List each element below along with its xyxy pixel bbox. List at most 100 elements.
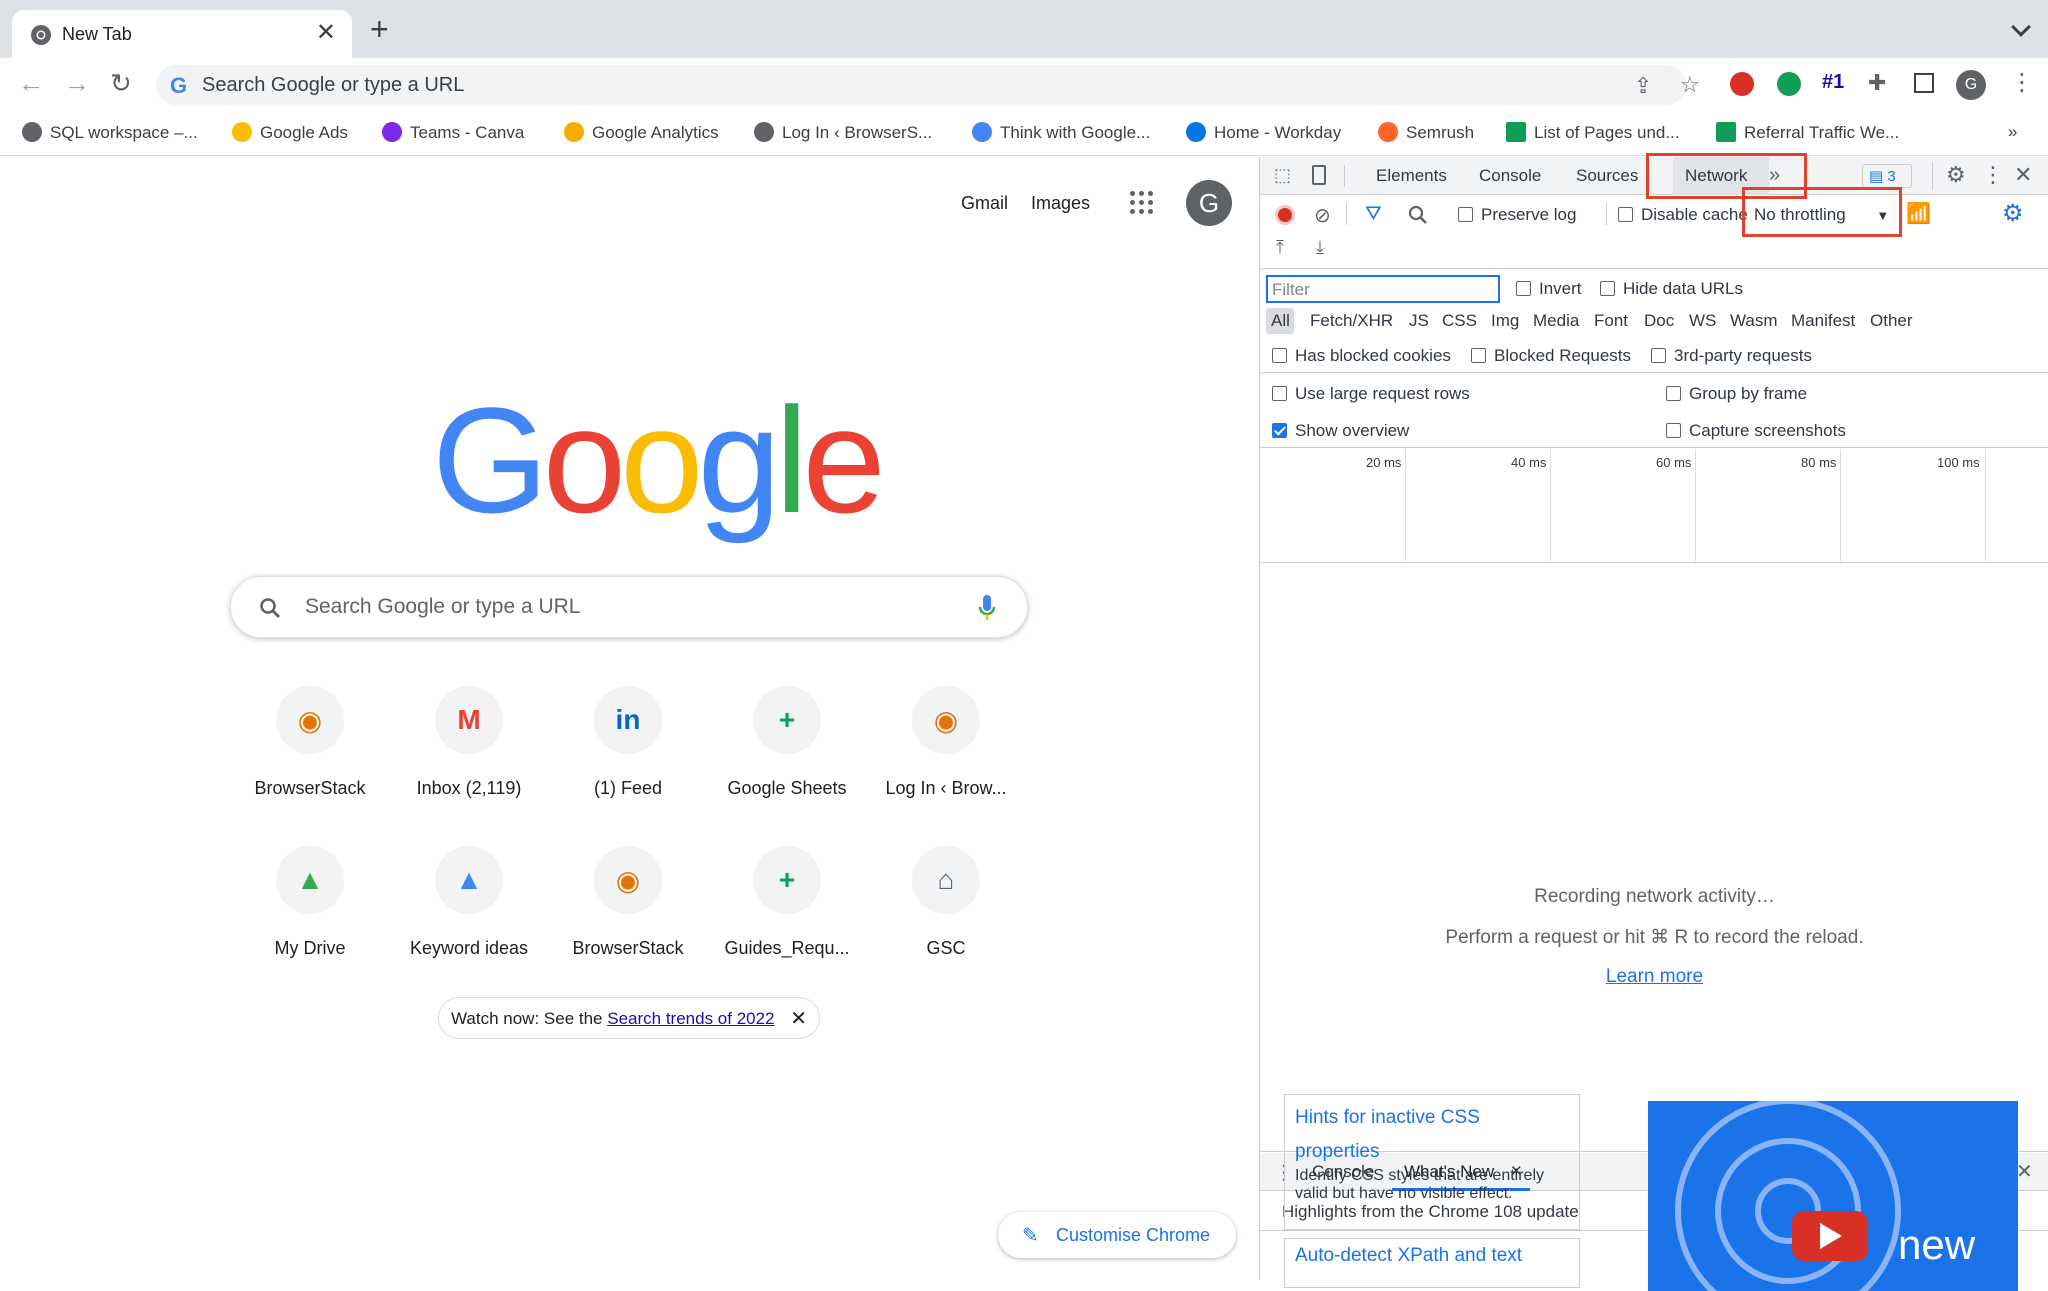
shortcut-label: Keyword ideas xyxy=(409,938,529,958)
promo-close-icon[interactable]: ✕ xyxy=(790,1006,807,1031)
type-filter-font[interactable]: Font xyxy=(1594,311,1628,331)
record-icon[interactable] xyxy=(1275,205,1295,225)
type-filter-manifest[interactable]: Manifest xyxy=(1791,311,1855,331)
shortcut-tile[interactable]: ⌂ GSC xyxy=(866,846,1026,959)
type-filter-doc[interactable]: Doc xyxy=(1644,311,1674,331)
tab-search-chevron-icon[interactable] xyxy=(2011,17,2031,37)
google-apps-icon[interactable] xyxy=(1130,191,1154,215)
tab-console[interactable]: Console xyxy=(1479,166,1541,186)
type-filter-img[interactable]: Img xyxy=(1491,311,1519,331)
bookmark-item[interactable]: Home - Workday xyxy=(1186,122,1341,143)
tab-elements[interactable]: Elements xyxy=(1376,166,1447,186)
drawer-tab-console[interactable]: Console xyxy=(1312,1162,1374,1182)
microphone-icon[interactable] xyxy=(977,593,997,623)
shortcut-tile[interactable]: M Inbox (2,119) xyxy=(389,686,549,799)
learn-more-link[interactable]: Learn more xyxy=(1606,966,1703,987)
menu-kebab-icon[interactable]: ⋮ xyxy=(2010,68,2034,97)
shortcut-tile[interactable]: + Google Sheets xyxy=(707,686,867,799)
filter-input[interactable]: Filter xyxy=(1266,275,1500,303)
bookmark-item[interactable]: Think with Google... xyxy=(972,122,1150,143)
close-drawer-icon[interactable]: ✕ xyxy=(2016,1159,2033,1184)
network-settings-gear-icon[interactable]: ⚙ xyxy=(2002,199,2024,228)
preserve-log-checkbox[interactable]: Preserve log xyxy=(1458,205,1576,225)
side-panel-icon[interactable] xyxy=(1914,73,1934,93)
rank-extension-icon[interactable]: #1 xyxy=(1822,71,1844,94)
shortcut-tile[interactable]: + Guides_Requ... xyxy=(707,846,867,959)
group-by-frame-checkbox[interactable]: Group by frame xyxy=(1666,384,1807,404)
google-search-box[interactable]: Search Google or type a URL xyxy=(230,576,1028,638)
hide-data-urls-checkbox[interactable]: Hide data URLs xyxy=(1600,279,1743,299)
customise-chrome-button[interactable]: ✎ Customise Chrome xyxy=(998,1212,1236,1258)
shortcut-tile[interactable]: ▲ My Drive xyxy=(230,846,390,959)
tab-new-tab[interactable]: New Tab ✕ xyxy=(12,10,352,58)
type-filter-ws[interactable]: WS xyxy=(1689,311,1716,331)
filter-funnel-icon[interactable]: ⛛ xyxy=(1365,203,1382,226)
bookmarks-overflow-icon[interactable]: » xyxy=(2008,122,2017,142)
bookmark-item[interactable]: Referral Traffic We... xyxy=(1716,122,1899,143)
gmail-link[interactable]: Gmail xyxy=(961,193,1008,214)
bookmark-star-icon[interactable]: ☆ xyxy=(1680,72,1700,98)
blocked-filters: Has blocked cookies Blocked Requests 3rd… xyxy=(1260,339,2048,373)
seo-extension-icon[interactable] xyxy=(1730,72,1754,96)
new-tab-button[interactable]: + xyxy=(370,13,389,45)
images-link[interactable]: Images xyxy=(1031,193,1090,214)
devtools-menu-icon[interactable]: ⋮ xyxy=(1982,162,2004,188)
shortcut-tile[interactable]: ▲ Keyword ideas xyxy=(389,846,549,959)
message-icon: ▤ xyxy=(1869,168,1884,185)
issues-badge[interactable]: ▤ 3 xyxy=(1862,164,1912,188)
drawer-menu-icon[interactable]: ⋮ xyxy=(1274,1160,1294,1185)
has-blocked-cookies-checkbox[interactable]: Has blocked cookies xyxy=(1272,346,1451,366)
show-overview-checkbox[interactable]: Show overview xyxy=(1272,421,1409,441)
bookmark-item[interactable]: SQL workspace –... xyxy=(22,122,198,143)
large-rows-checkbox[interactable]: Use large request rows xyxy=(1272,384,1470,404)
blocked-requests-checkbox[interactable]: Blocked Requests xyxy=(1471,346,1631,366)
bookmark-item[interactable]: Teams - Canva xyxy=(382,122,524,143)
forward-icon[interactable]: → xyxy=(64,70,90,96)
inspect-element-icon[interactable]: ⬚ xyxy=(1274,165,1291,186)
bookmark-favicon-icon xyxy=(382,122,402,142)
reload-icon[interactable]: ↻ xyxy=(110,70,132,96)
network-conditions-icon[interactable]: 📶 xyxy=(1906,201,1931,226)
close-devtools-icon[interactable]: ✕ xyxy=(2014,162,2032,188)
type-filter-css[interactable]: CSS xyxy=(1442,311,1477,331)
type-filter-wasm[interactable]: Wasm xyxy=(1730,311,1778,331)
bookmark-item[interactable]: Semrush xyxy=(1378,122,1474,143)
type-filter-js[interactable]: JS xyxy=(1409,311,1429,331)
overview-timeline[interactable]: 20 ms 40 ms 60 ms 80 ms 100 ms xyxy=(1260,449,2048,563)
type-filter-fetch[interactable]: Fetch/XHR xyxy=(1310,311,1393,331)
export-har-icon[interactable]: ⤓ xyxy=(1316,237,1324,258)
drawer-tab-whats-new[interactable]: What's New xyxy=(1404,1162,1494,1182)
device-toolbar-icon[interactable] xyxy=(1312,165,1326,185)
capture-screenshots-checkbox[interactable]: Capture screenshots xyxy=(1666,421,1846,441)
clear-icon[interactable]: ⊘ xyxy=(1314,203,1331,228)
third-party-checkbox[interactable]: 3rd-party requests xyxy=(1651,346,1812,366)
tab-close-icon[interactable]: ✕ xyxy=(316,20,336,46)
invert-checkbox[interactable]: Invert xyxy=(1516,279,1582,299)
google-sheets-icon: + xyxy=(753,686,821,754)
bookmark-item[interactable]: List of Pages und... xyxy=(1506,122,1680,143)
tab-sources[interactable]: Sources xyxy=(1576,166,1638,186)
close-tab-icon[interactable]: ✕ xyxy=(1510,1162,1523,1180)
type-filter-all[interactable]: All xyxy=(1271,311,1290,331)
settings-gear-icon[interactable]: ⚙ xyxy=(1946,162,1966,188)
shortcut-tile[interactable]: ◉ Log In ‹ Brow... xyxy=(866,686,1026,799)
search-trends-link[interactable]: Search trends of 2022 xyxy=(607,1009,774,1028)
shortcut-tile[interactable]: in (1) Feed xyxy=(548,686,708,799)
share-icon[interactable]: ⇪ xyxy=(1634,73,1652,99)
type-filter-other[interactable]: Other xyxy=(1870,311,1913,331)
shortcut-tile[interactable]: ◉ BrowserStack xyxy=(230,686,390,799)
account-avatar[interactable]: G xyxy=(1186,180,1232,226)
bookmark-item[interactable]: Google Analytics xyxy=(564,122,719,143)
grammarly-extension-icon[interactable] xyxy=(1777,72,1801,96)
bookmark-item[interactable]: Log In ‹ BrowserS... xyxy=(754,122,932,143)
search-icon[interactable] xyxy=(1408,205,1428,225)
extensions-puzzle-icon[interactable]: ✚ xyxy=(1868,70,1886,96)
omnibox[interactable]: G Search Google or type a URL ⇪ ☆ xyxy=(156,65,1700,105)
back-icon[interactable]: ← xyxy=(18,70,44,96)
disable-cache-checkbox[interactable]: Disable cache xyxy=(1606,205,1748,225)
profile-avatar[interactable]: G xyxy=(1956,70,1986,100)
bookmark-item[interactable]: Google Ads xyxy=(232,122,348,143)
shortcut-tile[interactable]: ◉ BrowserStack xyxy=(548,846,708,959)
import-har-icon[interactable]: ⤒ xyxy=(1276,237,1284,258)
type-filter-media[interactable]: Media xyxy=(1533,311,1579,331)
